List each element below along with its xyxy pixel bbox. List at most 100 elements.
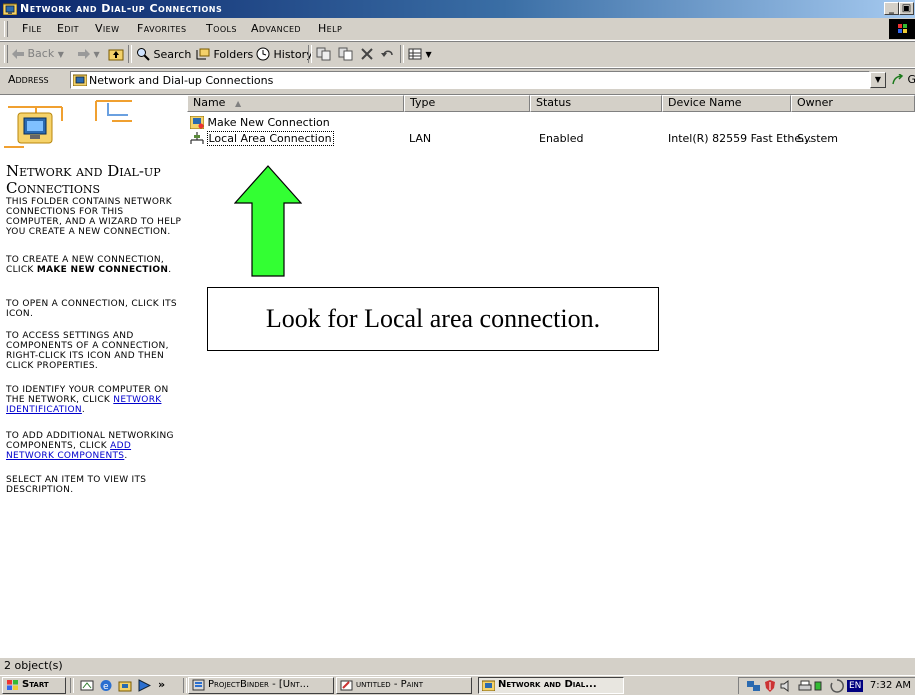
start-logo-icon	[6, 679, 19, 691]
views-button[interactable]: ▼	[408, 47, 432, 64]
go-button[interactable]: Go	[892, 73, 915, 86]
history-button[interactable]: History	[256, 47, 313, 61]
pane-title: Network and Dial-up Connections	[6, 163, 184, 197]
restore-button[interactable]: ▣	[899, 2, 914, 15]
column-header-type[interactable]: Type	[404, 95, 530, 112]
connection-type: LAN	[409, 132, 431, 145]
minimize-button[interactable]: _	[884, 2, 899, 15]
back-dropdown-icon: ▼	[58, 50, 64, 59]
pane-open-tip: To open a connection, click its icon.	[6, 299, 182, 319]
menu-edit[interactable]: Edit	[57, 22, 79, 35]
tray-shield-icon[interactable]	[764, 680, 776, 692]
search-icon	[136, 47, 150, 61]
windows-logo-icon	[889, 19, 915, 39]
toolbar-grip	[4, 45, 8, 63]
tray-volume-icon[interactable]	[780, 680, 792, 692]
clock: 7:32 AM	[870, 680, 911, 691]
copy-to-icon	[338, 47, 354, 61]
show-desktop-icon[interactable]	[80, 679, 94, 692]
menu-favorites[interactable]: Favorites	[137, 22, 186, 35]
pane-create-tip: To create a new connection, click Make N…	[6, 255, 182, 275]
undo-icon	[380, 47, 396, 61]
tray-battery-icon[interactable]	[814, 681, 822, 691]
title-bar[interactable]: Network and Dial-up Connections _ ▣	[0, 0, 915, 18]
views-icon	[408, 47, 422, 61]
quicklaunch-chevron[interactable]: »	[158, 678, 165, 691]
status-bar: 2 object(s)	[0, 657, 915, 675]
up-button[interactable]	[108, 47, 124, 64]
taskbar-separator	[183, 678, 187, 693]
column-header-device-name[interactable]: Device Name	[662, 95, 791, 112]
green-up-arrow	[234, 165, 302, 277]
menu-view[interactable]: View	[95, 22, 119, 35]
menu-help[interactable]: Help	[318, 22, 342, 35]
column-header-name[interactable]: Name ▲	[187, 95, 404, 112]
menu-advanced[interactable]: Advanced	[251, 22, 301, 35]
window-title: Network and Dial-up Connections	[20, 2, 222, 15]
forward-button[interactable]: ▼	[78, 47, 100, 60]
object-count: 2 object(s)	[4, 659, 63, 672]
address-bar: Address Network and Dial-up Connections …	[0, 68, 915, 92]
list-item-local-area-connection[interactable]: Local Area Connection	[190, 132, 333, 145]
lan-connection-icon	[190, 132, 204, 145]
language-indicator[interactable]: EN	[847, 680, 863, 692]
connection-device: Intel(R) 82559 Fast Ethe...	[668, 132, 812, 145]
address-label: Address	[8, 73, 49, 86]
sort-ascending-icon: ▲	[235, 99, 241, 108]
tray-monitor-icon[interactable]	[829, 679, 845, 693]
tray-network-icon[interactable]	[747, 680, 761, 692]
history-label: History	[274, 48, 313, 61]
back-button[interactable]: Back ▼	[12, 47, 64, 60]
column-header-owner[interactable]: Owner	[791, 95, 915, 112]
connection-name: Make New Connection	[208, 116, 330, 129]
folders-button[interactable]: Folders	[196, 47, 253, 61]
network-folder-icon	[482, 679, 495, 691]
folders-icon	[196, 47, 210, 61]
annotation-callout: Look for Local area connection.	[207, 287, 659, 351]
undo-button[interactable]	[380, 47, 396, 64]
make-new-connection-icon	[190, 116, 204, 129]
explorer-icon[interactable]	[118, 679, 132, 692]
menu-file[interactable]: File	[22, 22, 42, 35]
media-icon[interactable]	[137, 679, 151, 692]
copy-to-button[interactable]	[338, 47, 354, 64]
svg-text:e: e	[103, 682, 109, 692]
projectbinder-icon	[192, 679, 205, 691]
taskbar-button-paint[interactable]: untitled - Paint	[336, 677, 472, 694]
move-to-icon	[316, 47, 332, 61]
column-header-status[interactable]: Status	[530, 95, 662, 112]
taskbar-button-network[interactable]: Network and Dial...	[478, 677, 624, 694]
address-value: Network and Dial-up Connections	[89, 74, 273, 87]
taskbar-button-projectbinder[interactable]: ProjectBinder - [Unt...	[188, 677, 334, 694]
folder-view: Network and Dial-up Connections This fol…	[0, 94, 915, 657]
taskbar-label: untitled - Paint	[356, 679, 423, 690]
info-pane: Network and Dial-up Connections This fol…	[0, 95, 185, 657]
go-label: Go	[908, 73, 915, 86]
paint-icon	[340, 679, 353, 691]
pane-components-tip-text: To add additional networking components,…	[6, 431, 174, 451]
menu-grip	[4, 21, 8, 37]
connection-status: Enabled	[539, 132, 583, 145]
standard-toolbar: Back ▼ ▼ Search Folders History ▼	[0, 41, 915, 68]
pane-components-tip-suffix: .	[124, 451, 127, 461]
go-arrow-icon	[892, 74, 904, 85]
connection-owner: System	[797, 132, 838, 145]
folders-label: Folders	[214, 48, 254, 61]
pane-select-tip: Select an item to view its description.	[6, 475, 182, 495]
back-label: Back	[28, 47, 55, 60]
list-item-make-new-connection[interactable]: Make New Connection	[190, 116, 330, 129]
start-button[interactable]: Start	[2, 677, 66, 694]
delete-button[interactable]	[360, 47, 374, 64]
system-tray: EN 7:32 AM	[738, 677, 915, 694]
pane-identify-tip-suffix: .	[82, 405, 85, 415]
taskbar-label: Network and Dial...	[498, 679, 597, 690]
menu-tools[interactable]: Tools	[206, 22, 237, 35]
address-dropdown-button[interactable]: ▼	[870, 72, 886, 88]
tray-printer-icon[interactable]	[798, 680, 812, 692]
ie-icon[interactable]: e	[99, 679, 113, 692]
address-input[interactable]: Network and Dial-up Connections	[70, 71, 870, 89]
quicklaunch-separator	[70, 678, 74, 693]
menu-bar: File Edit View Favorites Tools Advanced …	[0, 18, 915, 41]
move-to-button[interactable]	[316, 47, 332, 64]
search-button[interactable]: Search	[136, 47, 191, 61]
